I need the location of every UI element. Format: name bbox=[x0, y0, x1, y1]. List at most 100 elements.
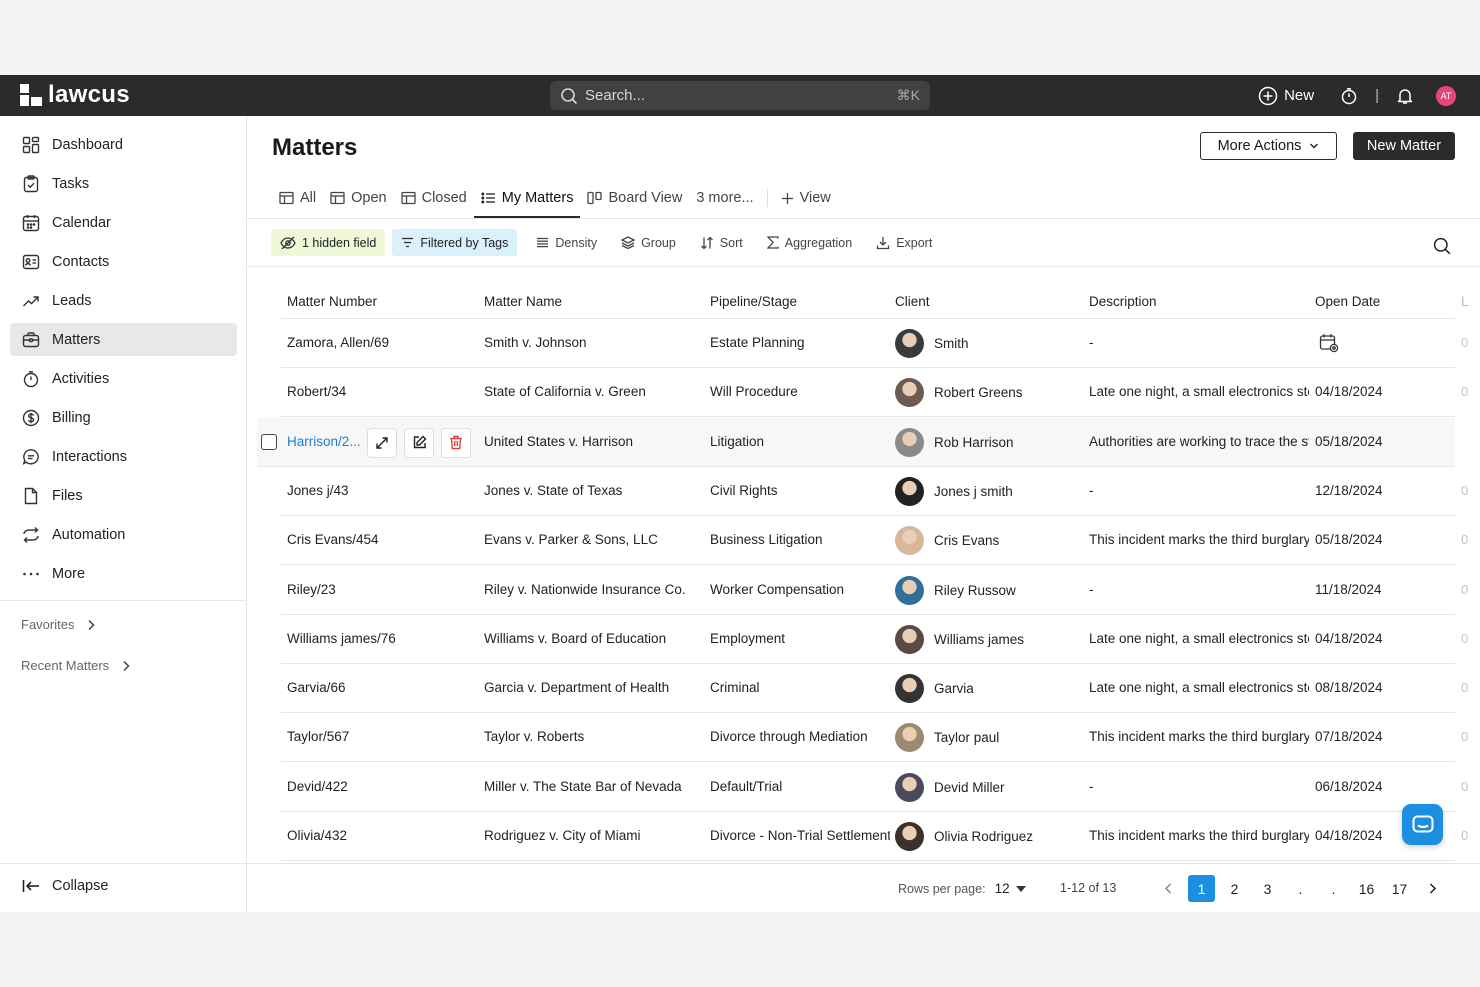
table-row[interactable]: Garvia/66 Garcia v. Department of Health C… bbox=[281, 664, 1468, 714]
export-button[interactable]: Export bbox=[876, 236, 932, 250]
table-row[interactable]: Zamora, Allen/69 Smith v. Johnson Estate P… bbox=[281, 319, 1468, 368]
chat-bubble-icon bbox=[22, 448, 39, 465]
chat-launcher-button[interactable] bbox=[1402, 804, 1443, 845]
sidebar-item-automation[interactable]: Automation bbox=[10, 518, 237, 551]
column-header-open-date[interactable]: Open Date bbox=[1315, 294, 1380, 309]
page-17-button[interactable]: 17 bbox=[1386, 875, 1413, 902]
sidebar-item-activities[interactable]: Activities bbox=[10, 362, 237, 395]
tab-label: All bbox=[300, 190, 317, 206]
bell-icon[interactable] bbox=[1396, 87, 1414, 105]
open-date: 06/18/2024 bbox=[1315, 778, 1383, 794]
table-search-icon[interactable] bbox=[1433, 237, 1451, 255]
page-2-button[interactable]: 2 bbox=[1221, 875, 1248, 902]
client-cell[interactable]: Rob Harrison bbox=[895, 427, 1085, 457]
page-3-button[interactable]: 3 bbox=[1254, 875, 1281, 902]
table-row[interactable]: Harrison/2... United States v. Harrison L… bbox=[257, 417, 1455, 467]
add-view-button[interactable]: View bbox=[774, 178, 838, 218]
density-button[interactable]: Density bbox=[536, 236, 597, 250]
user-avatar[interactable]: AT bbox=[1436, 85, 1456, 106]
sidebar-item-leads[interactable]: Leads bbox=[10, 284, 237, 317]
sidebar-item-interactions[interactable]: Interactions bbox=[10, 440, 237, 473]
tab-my-matters[interactable]: My Matters bbox=[473, 178, 581, 218]
client-cell[interactable]: Devid Miller bbox=[895, 772, 1085, 802]
sidebar-item-more[interactable]: More bbox=[10, 557, 237, 590]
new-button[interactable]: New bbox=[1258, 86, 1314, 106]
client-cell[interactable]: Smith bbox=[895, 329, 1085, 358]
table-row[interactable]: Jones j/43 Jones v. State of Texas Civil R… bbox=[281, 467, 1468, 516]
sidebar-item-contacts[interactable]: Contacts bbox=[10, 245, 237, 278]
sidebar-item-label: Interactions bbox=[52, 448, 127, 465]
client-cell[interactable]: Cris Evans bbox=[895, 526, 1085, 556]
edit-button[interactable] bbox=[404, 427, 434, 458]
client-cell[interactable]: Taylor paul bbox=[895, 723, 1085, 753]
rows-per-page-select[interactable]: 12 bbox=[995, 881, 1026, 896]
column-header-matter-number[interactable]: Matter Number bbox=[287, 294, 377, 309]
description: This incident marks the third burglary bbox=[1089, 729, 1309, 745]
matter-number-link[interactable]: Harrison/2... bbox=[287, 434, 367, 449]
column-header-matter-name[interactable]: Matter Name bbox=[484, 294, 562, 309]
timer-icon[interactable] bbox=[1340, 87, 1358, 105]
tab-all[interactable]: All bbox=[272, 178, 323, 218]
hidden-field-chip[interactable]: 1 hidden field bbox=[271, 229, 386, 256]
calendar-add-icon[interactable] bbox=[1319, 333, 1339, 353]
chevron-left-icon[interactable] bbox=[1155, 875, 1182, 902]
sidebar-item-matters[interactable]: Matters bbox=[10, 323, 237, 356]
matter-number: Robert/34 bbox=[287, 384, 347, 400]
sidebar-recent-matters[interactable]: Recent Matters bbox=[21, 658, 131, 673]
client-name: Williams james bbox=[934, 631, 1025, 647]
table-row[interactable]: Riley/23 Riley v. Nationwide Insurance Co… bbox=[281, 566, 1468, 615]
chevron-down-icon bbox=[1310, 143, 1319, 149]
sort-button[interactable]: Sort bbox=[700, 236, 743, 250]
client-cell[interactable]: Garvia bbox=[895, 674, 1085, 704]
matter-name: Taylor v. Roberts bbox=[484, 729, 585, 745]
column-header-client[interactable]: Client bbox=[895, 294, 930, 309]
table-row[interactable]: Olivia/432 Rodriguez v. City of Miami Divo… bbox=[281, 812, 1468, 861]
client-cell[interactable]: Olivia Rodriguez bbox=[895, 822, 1085, 851]
client-cell[interactable]: Robert Greens bbox=[895, 378, 1085, 408]
brand-logo[interactable]: lawcus bbox=[20, 81, 130, 108]
filter-chip[interactable]: Filtered by Tags bbox=[392, 229, 518, 256]
client-cell[interactable]: Riley Russow bbox=[895, 575, 1085, 605]
collapse-sidebar-button[interactable]: Collapse bbox=[22, 878, 108, 894]
table-row[interactable]: Williams james/76 Williams v. Board of Ed… bbox=[281, 615, 1468, 664]
page-16-button[interactable]: 16 bbox=[1353, 875, 1380, 902]
sidebar-item-dashboard[interactable]: Dashboard bbox=[10, 128, 237, 161]
group-button[interactable]: Group bbox=[621, 236, 676, 250]
page-1-button[interactable]: 1 bbox=[1188, 875, 1215, 902]
caret-down-icon bbox=[1015, 885, 1026, 892]
table-row[interactable]: Cris Evans/454 Evans v. Parker & Sons, LL… bbox=[281, 516, 1468, 566]
sidebar-item-billing[interactable]: Billing bbox=[10, 401, 237, 434]
tab-board-view[interactable]: Board View bbox=[580, 178, 689, 218]
row-checkbox[interactable] bbox=[261, 433, 277, 450]
client-cell[interactable]: Jones j smith bbox=[895, 476, 1085, 506]
column-header-description[interactable]: Description bbox=[1089, 294, 1157, 309]
truncated-cell: 0 bbox=[1461, 729, 1469, 745]
more-actions-button[interactable]: More Actions bbox=[1200, 132, 1337, 160]
table-toolbar: 1 hidden field Filtered by Tags Density … bbox=[271, 229, 944, 256]
hidden-field-label: 1 hidden field bbox=[302, 235, 377, 250]
client-name: Jones j smith bbox=[934, 483, 1013, 499]
delete-button[interactable] bbox=[441, 427, 471, 458]
tab-open[interactable]: Open bbox=[323, 178, 393, 218]
table-row[interactable]: Robert/34 State of California v. Green Wil… bbox=[281, 368, 1468, 418]
table-row[interactable]: Devid/422 Miller v. The State Bar of Neva… bbox=[281, 763, 1468, 812]
expand-button[interactable] bbox=[367, 427, 397, 458]
global-search[interactable]: Search... ⌘K bbox=[550, 81, 930, 110]
chevron-right-icon[interactable] bbox=[1419, 875, 1446, 902]
sidebar-item-tasks[interactable]: Tasks bbox=[10, 167, 237, 200]
new-matter-button[interactable]: New Matter bbox=[1353, 132, 1455, 160]
sidebar-item-files[interactable]: Files bbox=[10, 479, 237, 512]
tab-more-views[interactable]: 3 more... bbox=[689, 178, 760, 218]
aggregation-button[interactable]: Aggregation bbox=[766, 236, 852, 250]
briefcase-icon bbox=[22, 331, 40, 347]
sidebar-item-calendar[interactable]: Calendar bbox=[10, 206, 237, 239]
table-row[interactable]: Taylor/567 Taylor v. Roberts Divorce throu… bbox=[281, 713, 1468, 763]
tab-closed[interactable]: Closed bbox=[394, 178, 474, 218]
eye-off-icon bbox=[280, 236, 296, 249]
export-label: Export bbox=[896, 235, 933, 250]
column-header-truncated[interactable]: L bbox=[1461, 294, 1469, 309]
client-cell[interactable]: Williams james bbox=[895, 624, 1085, 654]
column-header-pipeline-stage[interactable]: Pipeline/Stage bbox=[710, 294, 797, 309]
sidebar-favorites[interactable]: Favorites bbox=[21, 617, 96, 632]
client-avatar bbox=[895, 526, 924, 556]
